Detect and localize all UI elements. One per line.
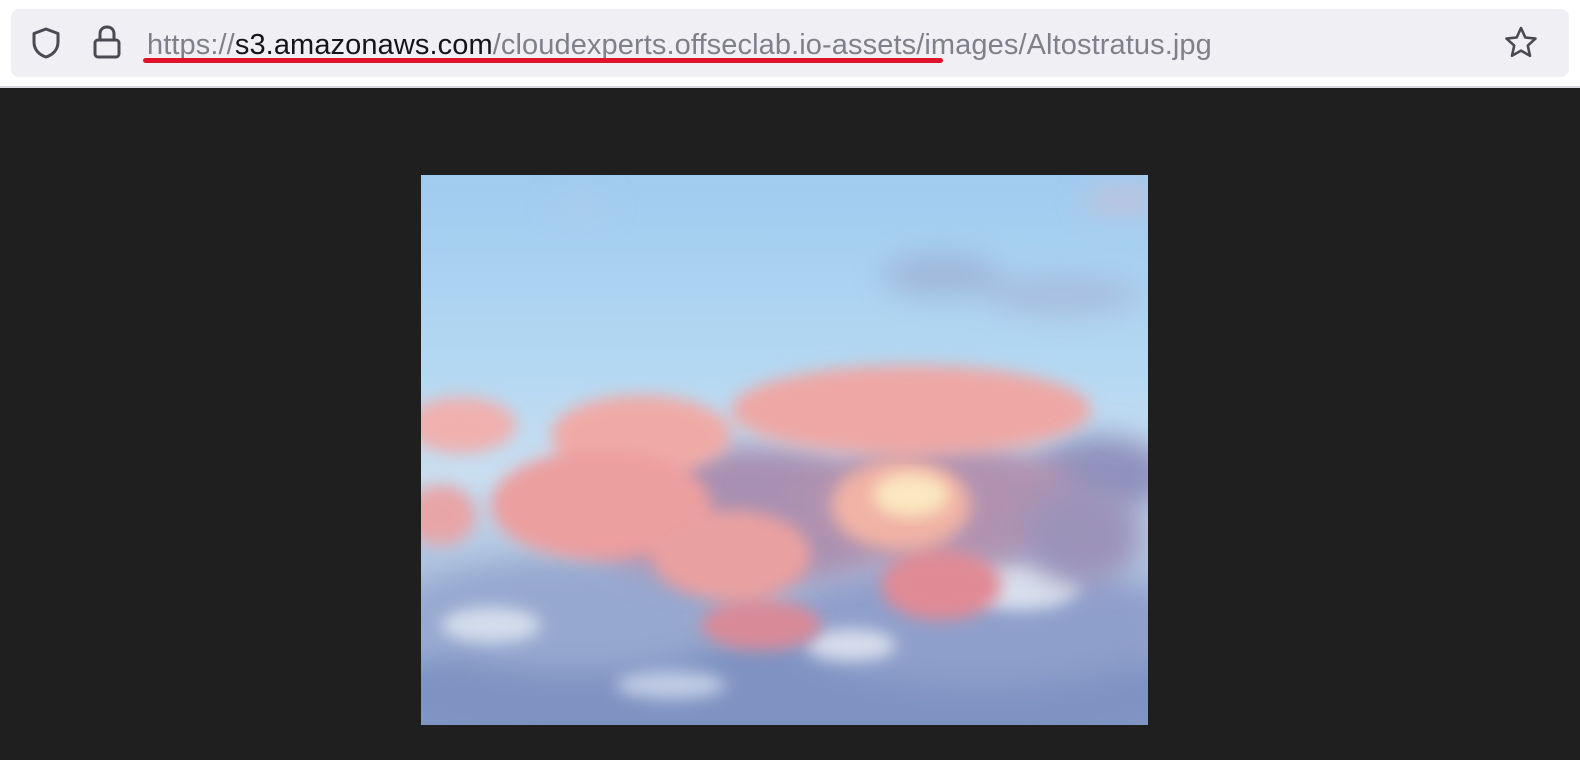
url-host: s3.amazonaws.com: [234, 29, 493, 61]
cloud-illustration: [421, 186, 1148, 725]
lock-icon[interactable]: [91, 24, 123, 60]
cloud-photo: [421, 175, 1148, 725]
browser-toolbar: https://s3.amazonaws.com/cloudexperts.of…: [0, 0, 1580, 88]
star-icon[interactable]: [1503, 25, 1539, 61]
address-bar[interactable]: https://s3.amazonaws.com/cloudexperts.of…: [11, 9, 1569, 77]
url-scheme: https://: [147, 29, 235, 61]
shield-icon[interactable]: [29, 26, 63, 60]
url-annotation-underline: [143, 58, 943, 63]
url-path: /cloudexperts.offseclab.io-assets/images…: [492, 29, 1212, 61]
image-viewer: [0, 88, 1580, 760]
